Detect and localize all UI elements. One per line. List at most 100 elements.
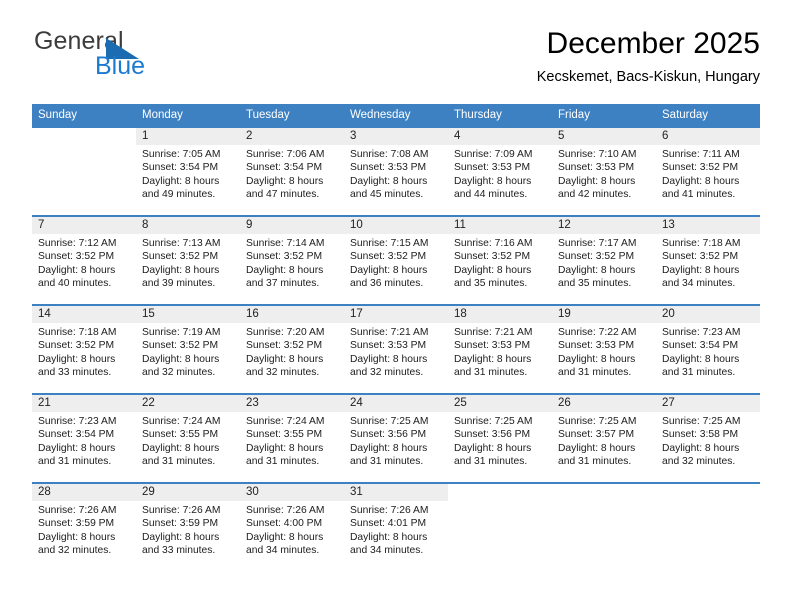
sunset-text: Sunset: 3:53 PM xyxy=(454,340,531,352)
calendar-day-cell[interactable]: 7 Sunrise: 7:12 AM Sunset: 3:52 PM Daylight… xyxy=(32,215,136,305)
sunset-text: Sunset: 4:01 PM xyxy=(350,518,427,530)
calendar-day-cell[interactable]: 24 Sunrise: 7:25 AM Sunset: 3:56 PM Dayligh… xyxy=(344,393,448,483)
calendar-day-cell[interactable]: 10 Sunrise: 7:15 AM Sunset: 3:52 PM Dayligh… xyxy=(344,215,448,305)
day-cell-inner: 1 Sunrise: 7:05 AM Sunset: 3:54 PM Daylight… xyxy=(136,128,240,215)
daylight-text-line1: Daylight: 8 hours xyxy=(246,264,324,276)
calendar-day-cell[interactable]: 27 Sunrise: 7:25 AM Sunset: 3:58 PM Dayligh… xyxy=(656,393,760,483)
calendar-day-cell[interactable]: 25 Sunrise: 7:25 AM Sunset: 3:56 PM Dayligh… xyxy=(448,393,552,483)
day-details: Sunrise: 7:23 AM Sunset: 3:54 PM Daylight:… xyxy=(32,412,136,469)
day-cell-inner: 15 Sunrise: 7:19 AM Sunset: 3:52 PM Dayligh… xyxy=(136,306,240,393)
sunset-text: Sunset: 3:53 PM xyxy=(350,340,427,352)
calendar-day-cell[interactable]: 3 Sunrise: 7:08 AM Sunset: 3:53 PM Daylight… xyxy=(344,126,448,216)
calendar-day-cell[interactable]: 31 Sunrise: 7:26 AM Sunset: 4:01 PM Dayligh… xyxy=(344,482,448,572)
calendar-day-cell[interactable]: 1 Sunrise: 7:05 AM Sunset: 3:54 PM Daylight… xyxy=(136,126,240,216)
day-cell-inner: 26 Sunrise: 7:25 AM Sunset: 3:57 PM Dayligh… xyxy=(552,395,656,482)
calendar-day-cell[interactable]: 8 Sunrise: 7:13 AM Sunset: 3:52 PM Daylight… xyxy=(136,215,240,305)
day-cell-inner: 24 Sunrise: 7:25 AM Sunset: 3:56 PM Dayligh… xyxy=(344,395,448,482)
sunset-text: Sunset: 3:52 PM xyxy=(142,340,219,352)
day-number: 12 xyxy=(552,217,656,234)
daylight-text-line2: and 31 minutes. xyxy=(662,367,736,379)
day-details: Sunrise: 7:26 AM Sunset: 4:00 PM Daylight:… xyxy=(240,501,344,558)
sunset-text: Sunset: 3:52 PM xyxy=(246,340,323,352)
daylight-text-line2: and 31 minutes. xyxy=(246,456,320,468)
day-cell-inner: 28 Sunrise: 7:26 AM Sunset: 3:59 PM Dayligh… xyxy=(32,484,136,572)
day-cell-inner: 29 Sunrise: 7:26 AM Sunset: 3:59 PM Dayligh… xyxy=(136,484,240,572)
calendar-day-cell[interactable]: 28 Sunrise: 7:26 AM Sunset: 3:59 PM Dayligh… xyxy=(32,482,136,572)
day-number: 14 xyxy=(32,306,136,323)
day-number: 29 xyxy=(136,484,240,501)
page-header: General Blue December 2025 Kecskemet, Ba… xyxy=(32,26,760,98)
calendar-day-cell-empty xyxy=(448,482,552,572)
calendar-day-cell[interactable]: 6 Sunrise: 7:11 AM Sunset: 3:52 PM Daylight… xyxy=(656,126,760,216)
calendar-day-cell[interactable]: 22 Sunrise: 7:24 AM Sunset: 3:55 PM Dayligh… xyxy=(136,393,240,483)
sunrise-text: Sunrise: 7:25 AM xyxy=(558,416,637,427)
calendar-day-cell[interactable]: 23 Sunrise: 7:24 AM Sunset: 3:55 PM Dayligh… xyxy=(240,393,344,483)
day-cell-inner: 18 Sunrise: 7:21 AM Sunset: 3:53 PM Dayligh… xyxy=(448,306,552,393)
day-cell-inner: 12 Sunrise: 7:17 AM Sunset: 3:52 PM Dayligh… xyxy=(552,217,656,304)
daylight-text-line1: Daylight: 8 hours xyxy=(454,264,532,276)
sunset-text: Sunset: 3:54 PM xyxy=(142,162,219,174)
daylight-text-line2: and 31 minutes. xyxy=(454,367,528,379)
calendar-day-cell[interactable]: 5 Sunrise: 7:10 AM Sunset: 3:53 PM Daylight… xyxy=(552,126,656,216)
sunset-text: Sunset: 3:52 PM xyxy=(350,251,427,263)
sunrise-text: Sunrise: 7:11 AM xyxy=(662,149,740,160)
page-title: December 2025 xyxy=(546,27,760,60)
daylight-text-line1: Daylight: 8 hours xyxy=(662,175,740,187)
calendar-day-cell[interactable]: 11 Sunrise: 7:16 AM Sunset: 3:52 PM Dayligh… xyxy=(448,215,552,305)
daylight-text-line1: Daylight: 8 hours xyxy=(350,264,428,276)
sunset-text: Sunset: 3:56 PM xyxy=(350,429,427,441)
calendar-day-cell[interactable]: 30 Sunrise: 7:26 AM Sunset: 4:00 PM Dayligh… xyxy=(240,482,344,572)
daylight-text-line2: and 35 minutes. xyxy=(558,278,632,290)
daylight-text-line2: and 39 minutes. xyxy=(142,278,216,290)
day-cell-inner xyxy=(552,484,656,572)
sunset-text: Sunset: 3:55 PM xyxy=(246,429,323,441)
calendar-day-cell[interactable]: 13 Sunrise: 7:18 AM Sunset: 3:52 PM Dayligh… xyxy=(656,215,760,305)
daylight-text-line2: and 31 minutes. xyxy=(350,456,424,468)
sunset-text: Sunset: 3:52 PM xyxy=(662,162,739,174)
daylight-text-line2: and 37 minutes. xyxy=(246,278,320,290)
calendar-day-cell[interactable]: 21 Sunrise: 7:23 AM Sunset: 3:54 PM Dayligh… xyxy=(32,393,136,483)
sunrise-text: Sunrise: 7:21 AM xyxy=(454,327,533,338)
day-number: 16 xyxy=(240,306,344,323)
calendar-day-cell[interactable]: 4 Sunrise: 7:09 AM Sunset: 3:53 PM Daylight… xyxy=(448,126,552,216)
sunrise-text: Sunrise: 7:15 AM xyxy=(350,238,429,249)
daylight-text-line1: Daylight: 8 hours xyxy=(350,442,428,454)
calendar-day-cell[interactable]: 29 Sunrise: 7:26 AM Sunset: 3:59 PM Dayligh… xyxy=(136,482,240,572)
calendar-day-cell-empty xyxy=(32,126,136,216)
daylight-text-line1: Daylight: 8 hours xyxy=(246,175,324,187)
calendar-day-cell[interactable]: 14 Sunrise: 7:18 AM Sunset: 3:52 PM Dayligh… xyxy=(32,304,136,394)
daylight-text-line1: Daylight: 8 hours xyxy=(38,531,116,543)
day-details: Sunrise: 7:24 AM Sunset: 3:55 PM Daylight:… xyxy=(136,412,240,469)
calendar-page: General Blue December 2025 Kecskemet, Ba… xyxy=(0,0,792,612)
calendar-day-cell[interactable]: 15 Sunrise: 7:19 AM Sunset: 3:52 PM Dayligh… xyxy=(136,304,240,394)
day-details: Sunrise: 7:20 AM Sunset: 3:52 PM Daylight:… xyxy=(240,323,344,380)
daylight-text-line2: and 31 minutes. xyxy=(454,456,528,468)
calendar-day-cell[interactable]: 2 Sunrise: 7:06 AM Sunset: 3:54 PM Daylight… xyxy=(240,126,344,216)
calendar-day-cell[interactable]: 17 Sunrise: 7:21 AM Sunset: 3:53 PM Dayligh… xyxy=(344,304,448,394)
sunrise-text: Sunrise: 7:10 AM xyxy=(558,149,637,160)
calendar-day-cell[interactable]: 9 Sunrise: 7:14 AM Sunset: 3:52 PM Daylight… xyxy=(240,215,344,305)
day-cell-inner xyxy=(448,484,552,572)
day-details: Sunrise: 7:12 AM Sunset: 3:52 PM Daylight:… xyxy=(32,234,136,291)
day-cell-inner: 9 Sunrise: 7:14 AM Sunset: 3:52 PM Daylight… xyxy=(240,217,344,304)
day-details: Sunrise: 7:25 AM Sunset: 3:58 PM Daylight:… xyxy=(656,412,760,469)
day-details: Sunrise: 7:21 AM Sunset: 3:53 PM Daylight:… xyxy=(344,323,448,380)
calendar-day-cell[interactable]: 18 Sunrise: 7:21 AM Sunset: 3:53 PM Dayligh… xyxy=(448,304,552,394)
day-number: 6 xyxy=(656,128,760,145)
sunset-text: Sunset: 3:57 PM xyxy=(558,429,635,441)
weekday-header-saturday: Saturday xyxy=(656,104,760,127)
day-details: Sunrise: 7:26 AM Sunset: 3:59 PM Daylight:… xyxy=(32,501,136,558)
day-number xyxy=(448,484,552,501)
calendar-day-cell[interactable]: 19 Sunrise: 7:22 AM Sunset: 3:53 PM Dayligh… xyxy=(552,304,656,394)
generalblue-logo[interactable]: General Blue xyxy=(32,26,262,88)
calendar-day-cell[interactable]: 20 Sunrise: 7:23 AM Sunset: 3:54 PM Dayligh… xyxy=(656,304,760,394)
calendar-day-cell[interactable]: 26 Sunrise: 7:25 AM Sunset: 3:57 PM Dayligh… xyxy=(552,393,656,483)
daylight-text-line1: Daylight: 8 hours xyxy=(38,442,116,454)
sunrise-text: Sunrise: 7:26 AM xyxy=(246,505,325,516)
calendar-day-cell[interactable]: 16 Sunrise: 7:20 AM Sunset: 3:52 PM Dayligh… xyxy=(240,304,344,394)
calendar-day-cell[interactable]: 12 Sunrise: 7:17 AM Sunset: 3:52 PM Dayligh… xyxy=(552,215,656,305)
day-number: 5 xyxy=(552,128,656,145)
day-number xyxy=(656,484,760,501)
calendar-week-row: 21 Sunrise: 7:23 AM Sunset: 3:54 PM Dayligh… xyxy=(32,393,760,483)
daylight-text-line1: Daylight: 8 hours xyxy=(662,353,740,365)
